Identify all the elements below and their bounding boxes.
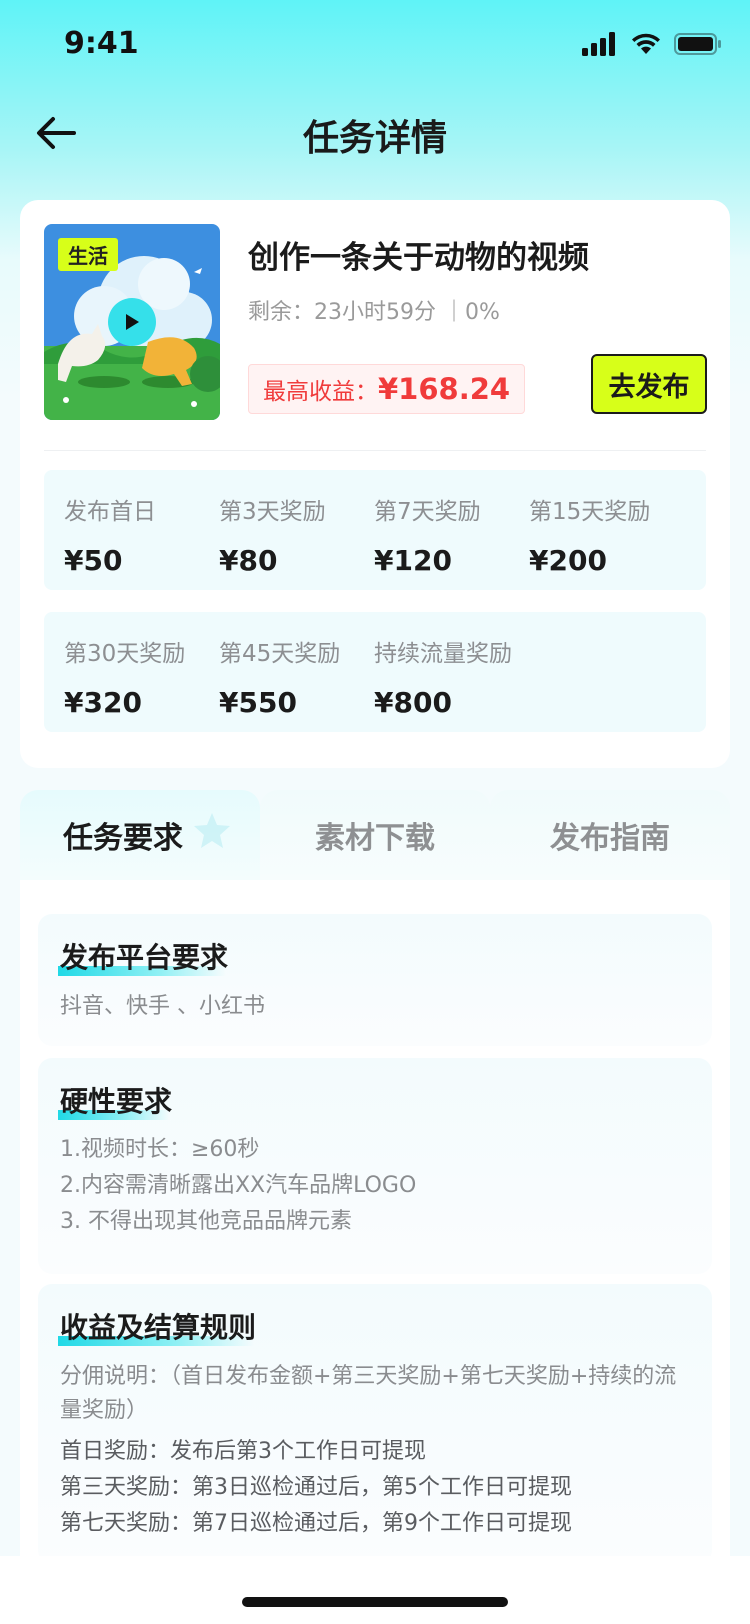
- settlement-list: 首日奖励：发布后第3个工作日可提现 第三天奖励：第3日巡检通过后，第5个工作日可…: [38, 1434, 712, 1542]
- status-time: 9:41: [64, 26, 139, 61]
- list-item: 首日奖励：发布后第3个工作日可提现: [60, 1439, 426, 1464]
- status-icons: [582, 32, 722, 56]
- section-title: 发布平台要求: [58, 936, 229, 976]
- reward-value: ¥550: [219, 686, 297, 719]
- list-item: 3. 不得出现其他竞品品牌元素: [60, 1209, 352, 1234]
- reward-item: 持续流量奖励 ¥800: [374, 634, 544, 719]
- reward-label: 第3天奖励: [219, 499, 326, 525]
- reward-value: ¥200: [529, 544, 607, 577]
- list-item: 2.内容需清晰露出XX汽车品牌LOGO: [60, 1173, 417, 1198]
- tab-requirements[interactable]: 任务要求: [20, 790, 260, 880]
- list-item: 1.视频时长：≥60秒: [60, 1137, 260, 1162]
- wifi-icon: [632, 33, 660, 54]
- reward-item: 第45天奖励 ¥550: [219, 634, 374, 719]
- platform-list: 抖音、快手 、小红书: [60, 994, 265, 1019]
- signal-icon: [582, 32, 615, 56]
- section-title: 收益及结算规则: [58, 1306, 257, 1346]
- section-title-text: 硬性要求: [60, 1085, 173, 1118]
- reward-row-2: 第30天奖励 ¥320 第45天奖励 ¥550 持续流量奖励 ¥800: [44, 612, 706, 732]
- earnings-value: ¥168.24: [378, 372, 511, 406]
- max-earnings-badge: 最高收益： ¥168.24: [248, 364, 526, 414]
- section-title: 硬性要求: [58, 1080, 173, 1120]
- requirement-list: 1.视频时长：≥60秒 2.内容需清晰露出XX汽车品牌LOGO 3. 不得出现其…: [38, 1132, 712, 1240]
- tab-guide[interactable]: 发布指南: [490, 790, 730, 880]
- play-icon: [126, 314, 139, 330]
- reward-item: 第7天奖励 ¥120: [374, 492, 529, 577]
- reward-item: 第3天奖励 ¥80: [219, 492, 374, 577]
- hard-requirements: 硬性要求 1.视频时长：≥60秒 2.内容需清晰露出XX汽车品牌LOGO 3. …: [38, 1058, 712, 1274]
- bottom-safe-area: [0, 1556, 750, 1624]
- reward-label: 第45天奖励: [219, 641, 341, 667]
- tab-bar: 素材下载 发布指南 任务要求: [20, 790, 730, 880]
- reward-item: 第15天奖励 ¥200: [529, 492, 684, 577]
- reward-value: ¥800: [374, 686, 452, 719]
- page-title: 任务详情: [302, 118, 447, 159]
- commission-description: 分佣说明：（首日发布金额+第三天奖励+第七天奖励+持续的流量奖励）: [60, 1364, 677, 1423]
- reward-label: 持续流量奖励: [374, 641, 512, 667]
- platform-requirements: 发布平台要求 抖音、快手 、小红书: [38, 914, 712, 1046]
- tab-requirements-label: 任务要求: [63, 821, 183, 856]
- star-icon: [194, 813, 230, 848]
- nav-bar: 任务详情: [0, 95, 750, 175]
- list-item: 第七天奖励：第7日巡检通过后，第9个工作日可提现: [60, 1511, 572, 1536]
- task-remaining: 剩余：23小时59分 ｜0%: [248, 300, 500, 325]
- section-title-text: 发布平台要求: [60, 941, 229, 974]
- reward-value: ¥320: [64, 686, 142, 719]
- category-tag: 生活: [58, 238, 118, 271]
- reward-item: 第30天奖励 ¥320: [64, 634, 219, 719]
- status-bar: 9:41: [0, 0, 750, 90]
- reward-item: 发布首日 ¥50: [64, 492, 219, 577]
- reward-label: 第30天奖励: [64, 641, 186, 667]
- section-title-text: 收益及结算规则: [60, 1311, 257, 1344]
- reward-value: ¥50: [64, 544, 123, 577]
- reward-label: 第15天奖励: [529, 499, 651, 525]
- play-button[interactable]: [108, 298, 156, 346]
- task-title: 创作一条关于动物的视频: [248, 240, 589, 276]
- list-item: 第三天奖励：第3日巡检通过后，第5个工作日可提现: [60, 1475, 572, 1500]
- reward-label: 发布首日: [64, 499, 156, 525]
- reward-row-1: 发布首日 ¥50 第3天奖励 ¥80 第7天奖励 ¥120 第15天奖励 ¥20…: [44, 470, 706, 590]
- divider: [44, 450, 706, 451]
- battery-icon: [674, 33, 721, 55]
- task-card: 生活 创作一条关于动物的视频 剩余：23小时59分 ｜0% 最高收益： ¥168…: [20, 200, 730, 768]
- reward-label: 第7天奖励: [374, 499, 481, 525]
- earnings-label: 最高收益：: [263, 379, 378, 405]
- reward-value: ¥120: [374, 544, 452, 577]
- home-indicator: [242, 1597, 508, 1607]
- settlement-rules: 收益及结算规则 分佣说明：（首日发布金额+第三天奖励+第七天奖励+持续的流量奖励…: [38, 1284, 712, 1564]
- task-thumbnail[interactable]: 生活: [44, 224, 220, 420]
- reward-value: ¥80: [219, 544, 278, 577]
- tab-materials[interactable]: 素材下载: [260, 790, 490, 880]
- publish-button[interactable]: 去发布: [591, 354, 707, 414]
